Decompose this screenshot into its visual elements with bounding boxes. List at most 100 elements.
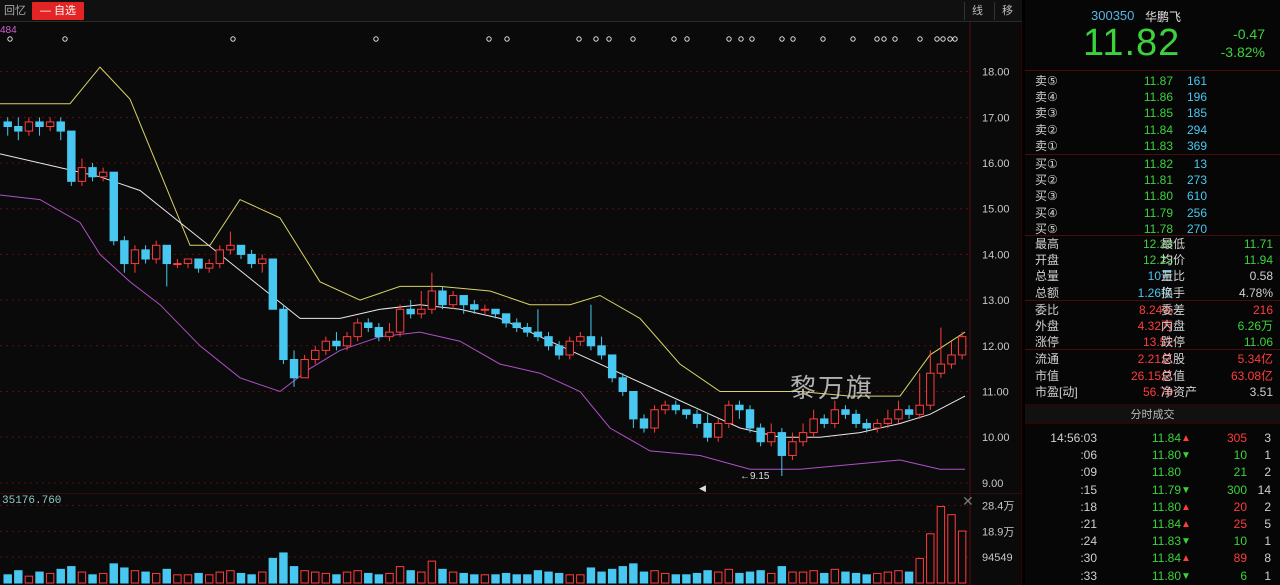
up-arrow-icon: ▲: [1181, 553, 1191, 565]
event-marker[interactable]: [62, 36, 68, 42]
tick-volume: 10: [1233, 534, 1247, 549]
volume-bar: [258, 571, 267, 584]
order-price: 11.80: [1143, 189, 1173, 204]
event-marker[interactable]: [892, 36, 898, 42]
event-marker[interactable]: [779, 36, 785, 42]
event-marker[interactable]: [749, 36, 755, 42]
event-marker[interactable]: [504, 36, 510, 42]
order-level-label: 卖③: [1035, 106, 1058, 121]
event-marker[interactable]: [952, 36, 958, 42]
ask-row[interactable]: 卖⑤ 11.87 161: [1025, 73, 1280, 89]
bid-row[interactable]: 买② 11.81 273: [1025, 172, 1280, 188]
price-chart[interactable]: 18.00 17.00 16.00 15.00 14.00 13.00 12.00 11.00…: [0, 22, 1022, 492]
stat-label: 最高: [1035, 237, 1060, 251]
stat-label: 委差: [1161, 302, 1186, 317]
order-level-label: 买②: [1035, 173, 1058, 188]
ask-row[interactable]: 卖① 11.83 369: [1025, 138, 1280, 154]
candle-body: [671, 404, 680, 411]
volume-bar: [756, 570, 765, 584]
volume-bar: [427, 560, 437, 584]
tick-volume: 6: [1240, 568, 1247, 583]
volume-bar: [512, 574, 521, 584]
watchlist-tab[interactable]: — 自选: [32, 2, 85, 20]
up-arrow-icon: ▲: [1181, 519, 1191, 530]
volume-chart[interactable]: 28.4万 18.9万 94549: [0, 493, 1022, 585]
stat-value: 12.23: [1142, 237, 1173, 251]
bid-row[interactable]: 买① 11.82 13: [1025, 156, 1280, 172]
tick-row[interactable]: :21 11.84 ▲ 25 5: [1025, 516, 1280, 533]
order-volume: 13: [1193, 157, 1207, 171]
candle-body: [45, 121, 55, 128]
candle-body: [735, 404, 744, 411]
volume-bar: [88, 574, 97, 584]
tick-volume: 300: [1226, 482, 1247, 497]
event-marker[interactable]: [940, 36, 946, 42]
tick-row[interactable]: :30 11.84 ▲ 89 8: [1025, 550, 1280, 567]
event-marker[interactable]: [230, 36, 236, 42]
ask-row[interactable]: 卖② 11.84 294: [1025, 122, 1280, 138]
bid-row[interactable]: 买④ 11.79 256: [1025, 205, 1280, 221]
tick-row[interactable]: :09 11.80 21 2: [1025, 464, 1280, 481]
line-mode-button[interactable]: 线: [964, 2, 990, 20]
tick-row[interactable]: :15 11.79 ▼ 300 14: [1025, 482, 1280, 499]
divider: [1025, 300, 1280, 301]
event-marker[interactable]: [934, 36, 940, 42]
close-icon[interactable]: ✕: [962, 493, 974, 510]
event-marker[interactable]: [726, 36, 732, 42]
stat-row: 市盈[动] 56.70 净资产 3.51: [1025, 384, 1280, 400]
candle-body: [417, 308, 426, 315]
event-marker[interactable]: [820, 36, 826, 42]
tick-count: 3: [1264, 431, 1271, 445]
stat-row: 开盘 12.23 均价 11.94: [1025, 252, 1280, 268]
event-marker[interactable]: [373, 36, 379, 42]
tick-row[interactable]: :33 11.80 ▼ 6 1: [1025, 568, 1280, 585]
tick-row[interactable]: :24 11.83 ▼ 10 1: [1025, 533, 1280, 550]
bid-row[interactable]: 买③ 11.80 610: [1025, 188, 1280, 204]
event-marker[interactable]: [7, 36, 13, 42]
volume-bar: [480, 574, 490, 584]
event-marker[interactable]: [917, 36, 923, 42]
tick-row[interactable]: :18 11.80 ▲ 20 2: [1025, 499, 1280, 516]
recall-tab[interactable]: 回忆: [2, 3, 28, 19]
event-marker[interactable]: [790, 36, 796, 42]
ask-row[interactable]: 卖④ 11.86 196: [1025, 89, 1280, 105]
tick-price: 11.79: [1151, 482, 1181, 497]
stat-label: 量比: [1161, 269, 1186, 284]
event-marker[interactable]: [738, 36, 744, 42]
event-marker[interactable]: [486, 36, 492, 42]
event-marker[interactable]: [684, 36, 690, 42]
event-marker[interactable]: [874, 36, 880, 42]
move-button[interactable]: 移: [994, 2, 1020, 20]
volume-bar: [321, 572, 331, 584]
candle-body: [523, 327, 532, 333]
volume-bar: [809, 570, 818, 584]
tick-trades-header[interactable]: 分时成交: [1025, 404, 1280, 424]
stat-value: 0.58: [1249, 269, 1273, 284]
event-marker[interactable]: [947, 36, 953, 42]
event-marker[interactable]: [850, 36, 856, 42]
stat-value: 56.70: [1142, 384, 1173, 399]
candle-body: [926, 372, 935, 406]
down-arrow-icon: ▼: [1181, 536, 1191, 548]
volume-bar: [597, 571, 606, 584]
event-marker[interactable]: [606, 36, 612, 42]
event-marker[interactable]: [881, 36, 887, 42]
event-marker[interactable]: [576, 36, 582, 42]
ask-row[interactable]: 卖③ 11.85 185: [1025, 105, 1280, 121]
price-axis-label: 11.00: [982, 386, 1009, 398]
volume-bar: [204, 574, 214, 584]
candle-body: [565, 340, 574, 356]
tick-row[interactable]: 14:56:03 11.84 ▲ 305 3: [1025, 430, 1280, 447]
tick-count: 5: [1264, 517, 1271, 531]
tick-time: :24: [1080, 534, 1097, 549]
event-marker[interactable]: [671, 36, 677, 42]
event-marker[interactable]: [630, 36, 636, 42]
tick-row[interactable]: :06 11.80 ▼ 10 1: [1025, 447, 1280, 464]
chart-area[interactable]: 回忆 — 自选 线 移 18.00 17.00 16.00 15.00 14.00 13.…: [0, 0, 1022, 585]
event-marker[interactable]: [593, 36, 599, 42]
candle-body: [767, 432, 776, 443]
order-level-label: 买①: [1035, 157, 1058, 171]
watermark: 黎万旗: [790, 374, 875, 403]
candle-body: [236, 244, 246, 255]
candle-body: [364, 322, 373, 329]
